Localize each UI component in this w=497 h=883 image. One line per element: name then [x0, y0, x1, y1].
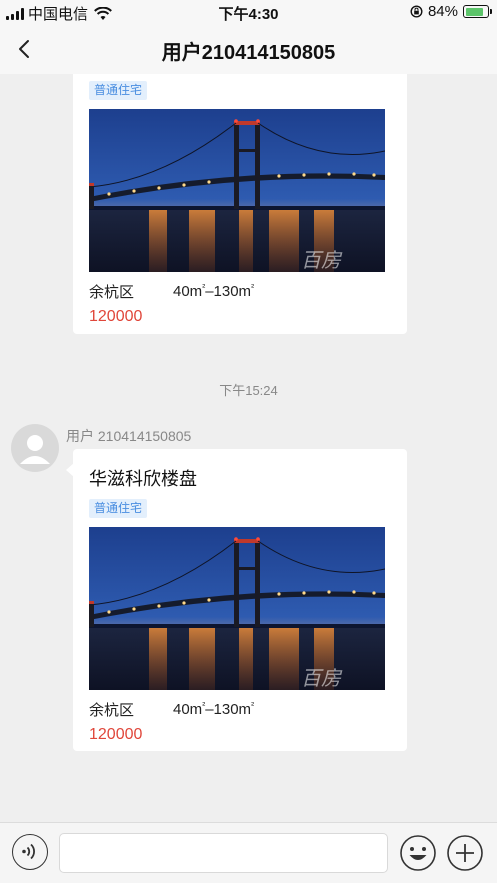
plus-button[interactable] [446, 834, 484, 872]
property-type-tag: 普通住宅 [89, 499, 148, 518]
property-meta: 余杭区 40m²–130m² [89, 280, 391, 302]
battery-icon [463, 5, 492, 18]
plus-icon [447, 835, 483, 871]
page-title: 用户210414150805 [161, 42, 336, 64]
price-label: 120000 [89, 308, 143, 325]
property-photo[interactable]: 百房 [89, 109, 385, 272]
property-type-tag: 普通住宅 [89, 81, 148, 100]
photo-watermark: 百房 [301, 666, 343, 690]
message-timestamp: 下午15:24 [219, 383, 278, 398]
input-bar [0, 822, 497, 883]
price-label: 120000 [89, 726, 143, 743]
area-label: 40m²–130m² [173, 700, 255, 718]
battery-level [465, 7, 484, 16]
emoji-button[interactable] [399, 834, 437, 872]
property-photo[interactable]: 百房 [89, 527, 385, 690]
status-bar: 中国电信 下午4:30 84% [0, 0, 497, 24]
battery-percent: 84% [427, 3, 458, 20]
avatar[interactable] [11, 424, 59, 472]
property-meta: 余杭区 40m²–130m² [89, 698, 391, 720]
property-card[interactable]: 华滋科欣楼盘 普通住宅 百房 余杭区 40m²–130m² 120000 [66, 449, 407, 751]
sender-name: 用户 210414150805 [66, 428, 192, 444]
emoji-icon [400, 835, 436, 871]
property-card[interactable]: 普通住宅 百房 余杭区 40m²–130m² 120000 [73, 74, 407, 334]
district-label: 余杭区 [89, 283, 135, 301]
voice-icon [22, 843, 35, 860]
orientation-lock-icon [410, 5, 423, 18]
message-input[interactable] [59, 833, 388, 873]
navigation-bar: 用户210414150805 [0, 24, 497, 74]
status-right: 84% [410, 3, 492, 20]
property-title: 华滋科欣楼盘 [89, 469, 197, 489]
photo-watermark: 百房 [301, 248, 343, 272]
user-icon [20, 435, 50, 464]
area-label: 40m²–130m² [173, 282, 255, 300]
district-label: 余杭区 [89, 701, 135, 719]
chat-area[interactable]: 普通住宅 百房 余杭区 40m²–130m² 120000 下午15:24 用户… [0, 74, 497, 822]
voice-button[interactable] [12, 834, 48, 870]
